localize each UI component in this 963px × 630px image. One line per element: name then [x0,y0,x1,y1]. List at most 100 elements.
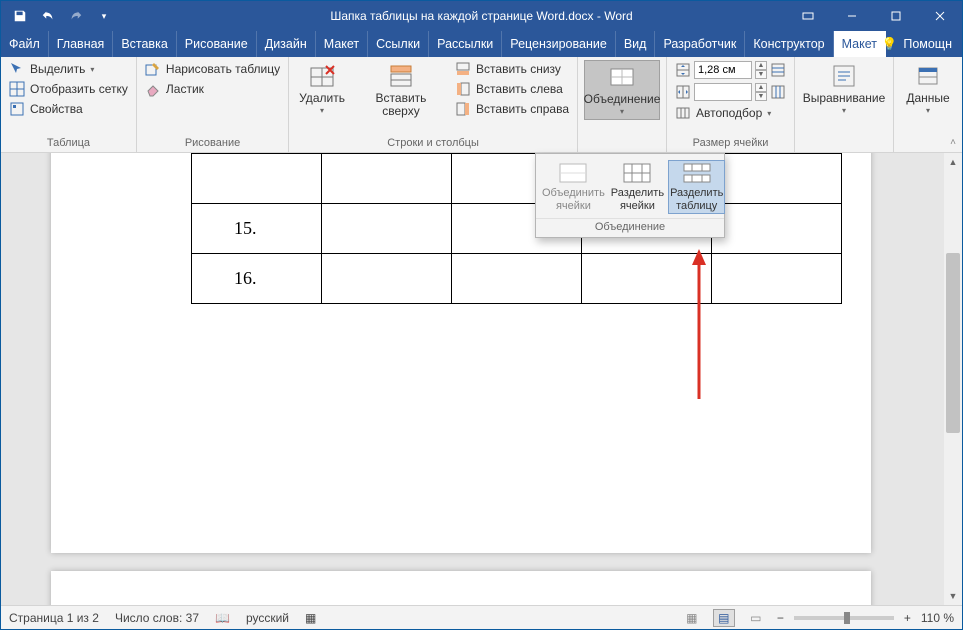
group-alignment: Выравнивание▾ [795,57,894,152]
table-cell[interactable] [712,204,842,254]
merge-dropdown-button[interactable]: Объединение▾ [584,60,660,120]
tab-layout[interactable]: Макет [316,31,368,57]
document-area[interactable]: 15. 16. 17. 18. [1,153,944,605]
split-cells-item[interactable]: Разделить ячейки [609,160,666,214]
spin-up-icon[interactable]: ▲ [755,83,767,92]
merge-dropdown-panel: Объединить ячейки Разделить ячейки Разде… [535,153,725,238]
tab-view[interactable]: Вид [616,31,656,57]
lightbulb-icon: 💡 [882,37,898,52]
select-button[interactable]: Выделить▾ [7,60,130,78]
distribute-rows-icon[interactable] [770,62,786,78]
tab-insert[interactable]: Вставка [113,31,176,57]
zoom-out-icon[interactable]: − [777,611,784,625]
undo-icon[interactable] [35,3,61,29]
data-dropdown-button[interactable]: Данные▾ [900,60,956,118]
table-cell[interactable] [322,154,452,204]
spin-down-icon[interactable]: ▼ [755,70,767,79]
minimize-button[interactable] [830,1,874,31]
zoom-in-icon[interactable]: + [904,611,911,625]
group-cell-size: ▲▼ ▲▼ Автоподбор▾ Размер ячейки [667,57,795,152]
table-cell[interactable]: 15. [192,204,322,254]
ribbon-display-icon[interactable] [786,1,830,31]
tab-home[interactable]: Главная [49,31,114,57]
page-indicator[interactable]: Страница 1 из 2 [9,611,99,625]
group-label-cellsize: Размер ячейки [673,135,788,152]
split-table-item[interactable]: Разделить таблицу [668,160,725,214]
group-label-draw: Рисование [143,135,282,152]
word-count[interactable]: Число слов: 37 [115,611,199,625]
table-cell[interactable] [712,254,842,304]
language-indicator[interactable]: русский [246,611,289,625]
web-layout-icon[interactable]: ▭ [745,609,767,627]
tab-table-design[interactable]: Конструктор [745,31,833,57]
window-controls [786,1,962,31]
tab-file[interactable]: Файл [1,31,49,57]
ribbon-tabs: Файл Главная Вставка Рисование Дизайн Ма… [1,31,962,57]
save-icon[interactable] [7,3,33,29]
read-mode-icon[interactable]: ▦ [681,609,703,627]
group-rows-columns: Удалить▾ Вставить сверху Вставить снизу … [289,57,578,152]
help-label: Помощн [903,37,952,51]
group-label-table: Таблица [7,135,130,152]
tab-draw[interactable]: Рисование [177,31,257,57]
view-gridlines-button[interactable]: Отобразить сетку [7,80,130,98]
autofit-button[interactable]: Автоподбор▾ [673,104,788,122]
tab-review[interactable]: Рецензирование [502,31,616,57]
table-cell[interactable] [452,254,582,304]
vertical-scrollbar[interactable]: ▲ ▼ [944,153,962,605]
group-label-data [900,135,956,152]
merge-cells-item: Объединить ячейки [540,160,607,214]
scroll-thumb[interactable] [946,253,960,433]
help-area[interactable]: 💡 Помощн [882,31,952,57]
table-row: 16. [192,254,842,304]
page-1: 15. 16. [51,153,871,553]
draw-table-button[interactable]: Нарисовать таблицу [143,60,282,78]
spellcheck-icon[interactable]: 📖 [215,611,230,625]
tab-mailings[interactable]: Рассылки [429,31,502,57]
dropdown-group-label: Объединение [536,218,724,237]
group-draw: Нарисовать таблицу Ластик Рисование [137,57,289,152]
group-label-rowcol: Строки и столбцы [295,135,571,152]
zoom-slider[interactable] [794,616,894,620]
qat-customize-icon[interactable]: ▾ [91,3,117,29]
tab-design[interactable]: Дизайн [257,31,316,57]
tab-references[interactable]: Ссылки [368,31,429,57]
tab-developer[interactable]: Разработчик [655,31,745,57]
doc-table-1[interactable]: 15. 16. [191,153,842,304]
redo-icon[interactable] [63,3,89,29]
spin-down-icon[interactable]: ▼ [755,92,767,101]
eraser-button[interactable]: Ластик [143,80,282,98]
insert-left-button[interactable]: Вставить слева [453,80,571,98]
col-width-field[interactable]: ▲▼ [673,82,788,102]
alignment-dropdown-button[interactable]: Выравнивание▾ [801,60,887,118]
insert-above-button[interactable]: Вставить сверху [353,60,449,120]
table-cell[interactable] [192,154,322,204]
spin-up-icon[interactable]: ▲ [755,61,767,70]
row-height-input[interactable] [694,61,752,79]
zoom-level[interactable]: 110 % [921,611,954,625]
delete-button[interactable]: Удалить▾ [295,60,349,118]
scroll-up-icon[interactable]: ▲ [944,153,962,171]
table-cell[interactable] [712,154,842,204]
macro-icon[interactable]: ▦ [305,611,316,625]
ribbon: Выделить▾ Отобразить сетку Свойства Табл… [1,57,962,153]
table-cell[interactable] [322,254,452,304]
insert-below-button[interactable]: Вставить снизу [453,60,571,78]
distribute-cols-icon[interactable] [770,84,786,100]
properties-button[interactable]: Свойства [7,100,130,118]
group-label-merge [584,135,660,152]
maximize-button[interactable] [874,1,918,31]
group-table: Выделить▾ Отобразить сетку Свойства Табл… [1,57,137,152]
close-button[interactable] [918,1,962,31]
tab-table-layout[interactable]: Макет [834,31,886,57]
table-cell[interactable]: 16. [192,254,322,304]
print-layout-icon[interactable]: ▤ [713,609,735,627]
col-width-input[interactable] [694,83,752,101]
quick-access-toolbar: ▾ [1,3,117,29]
annotation-arrow-icon [689,249,709,409]
table-cell[interactable] [322,204,452,254]
insert-right-button[interactable]: Вставить справа [453,100,571,118]
row-height-field[interactable]: ▲▼ [673,60,788,80]
collapse-ribbon-icon[interactable]: ˄ [950,137,956,148]
scroll-down-icon[interactable]: ▼ [944,587,962,605]
